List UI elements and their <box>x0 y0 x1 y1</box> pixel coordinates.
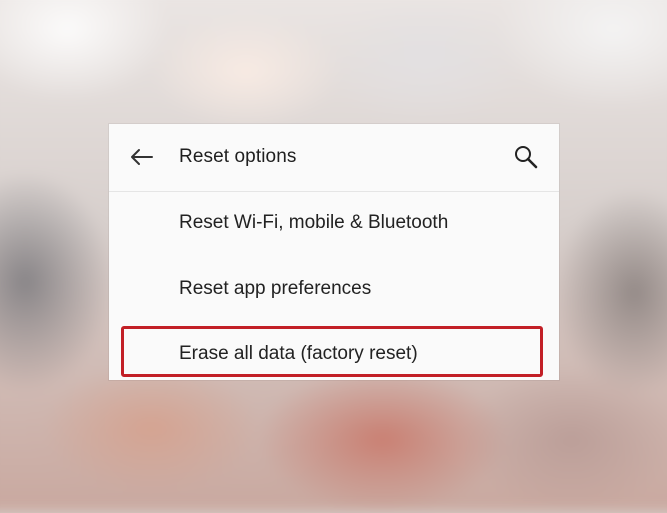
reset-options-panel: Reset options Reset Wi-Fi, mobile & Blue… <box>109 124 559 380</box>
menu-item-factory-reset[interactable]: Erase all data (factory reset) <box>109 325 559 380</box>
menu-item-label: Reset app preferences <box>179 278 372 299</box>
back-button[interactable] <box>127 142 157 172</box>
app-bar: Reset options <box>109 124 559 192</box>
search-button[interactable] <box>511 142 541 172</box>
search-icon <box>515 146 538 169</box>
menu-item-label: Erase all data (factory reset) <box>179 343 418 364</box>
menu-item-reset-app-preferences[interactable]: Reset app preferences <box>109 260 559 320</box>
menu-item-reset-network[interactable]: Reset Wi-Fi, mobile & Bluetooth <box>109 194 559 254</box>
page-title: Reset options <box>179 146 297 167</box>
menu-item-label: Reset Wi-Fi, mobile & Bluetooth <box>179 212 449 233</box>
arrow-left-icon <box>131 149 153 165</box>
